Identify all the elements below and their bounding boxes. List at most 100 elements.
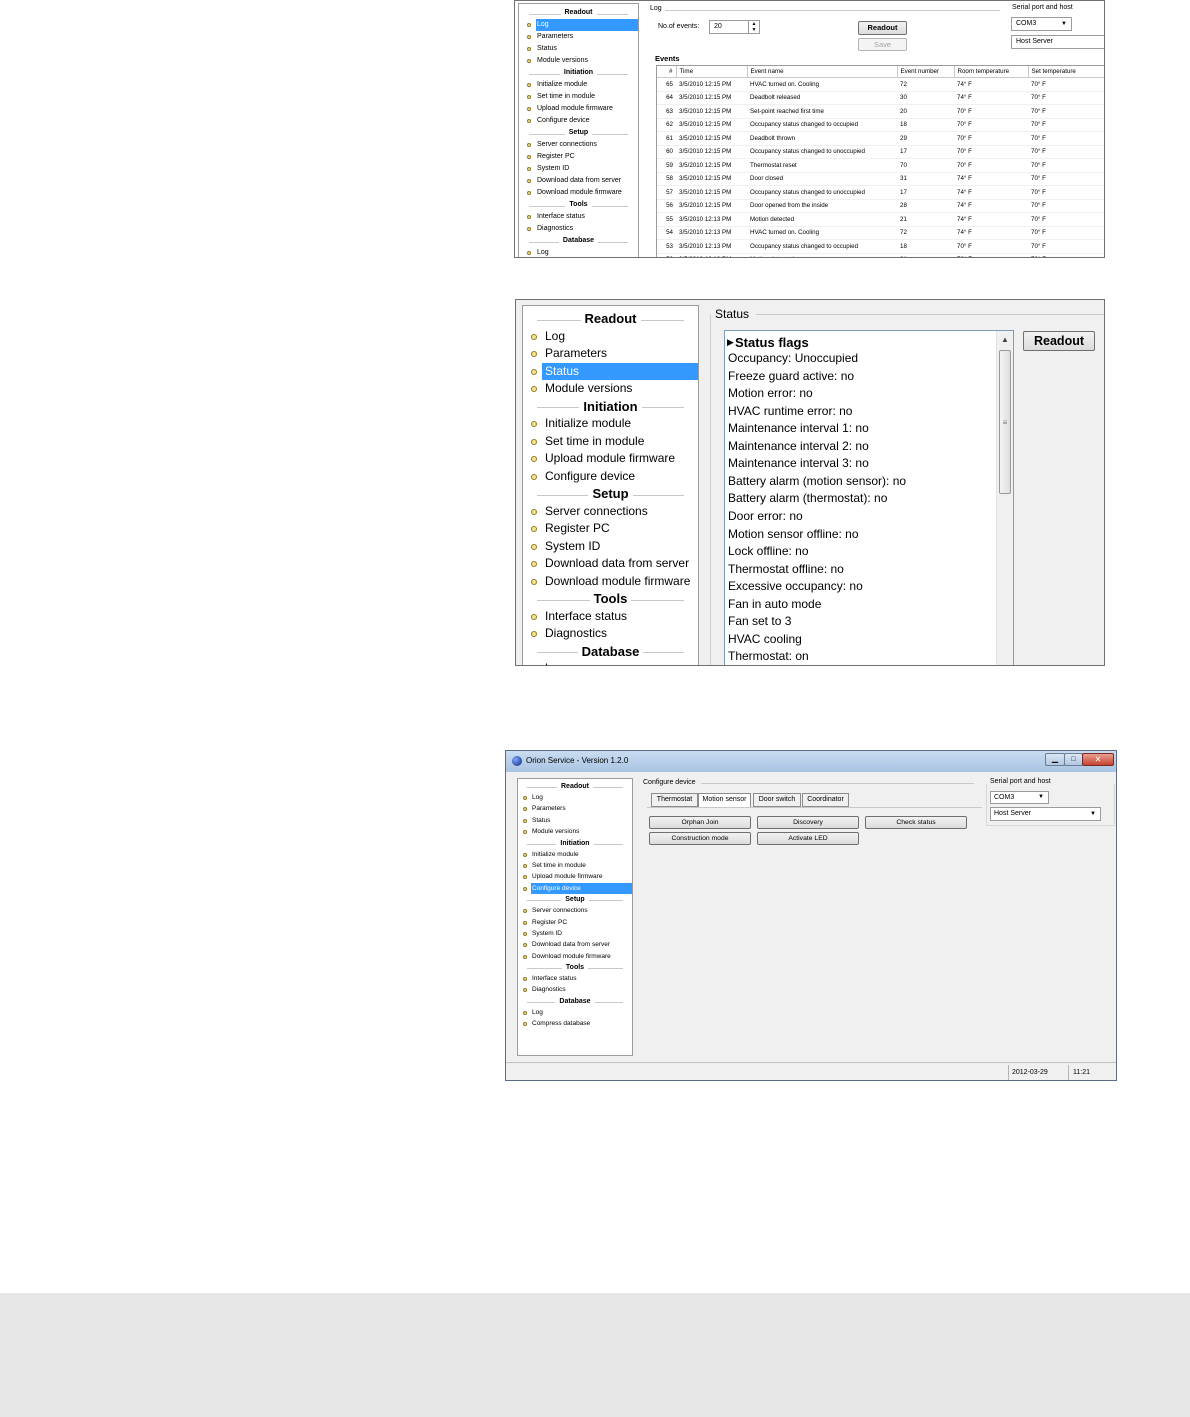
table-row[interactable]: 65 3/5/2010 12:15 PM HVAC turned on. Cooli… [657,77,1104,92]
table-row[interactable]: 64 3/5/2010 12:15 PM Deadbolt released 30 74… [657,91,1104,105]
nav-item-tools-interface-status[interactable]: Interface status [519,211,638,223]
table-row[interactable]: 61 3/5/2010 12:15 PM Deadbolt thrown 29 70° … [657,131,1104,146]
serial-port-select[interactable]: COM3 ▼ [1011,17,1072,31]
nav-item-setup-download-module-firmware[interactable]: Download module firmware [519,187,638,199]
nav-item-database-log[interactable]: Log [523,660,698,665]
nav-item-setup-server-connections[interactable]: Server connections [523,503,698,521]
save-button[interactable]: Save [858,38,907,51]
column-header[interactable]: Time [676,66,748,78]
nav-item-readout-log[interactable]: Log [523,328,698,346]
nav-item-setup-register-pc[interactable]: Register PC [518,917,632,928]
nav-item-setup-system-id[interactable]: System ID [518,928,632,939]
column-header[interactable]: Event name [747,66,898,78]
nav-item-setup-download-data-from-server[interactable]: Download data from server [519,175,638,187]
nav-item-setup-download-data-from-server[interactable]: Download data from server [518,939,632,950]
table-row[interactable]: 58 3/5/2010 12:15 PM Door closed 31 74° F 70°… [657,172,1104,186]
column-header[interactable]: Room temperature [954,66,1029,78]
scroll-thumb[interactable]: ≡ [999,350,1011,494]
orphan-join-button[interactable]: Orphan Join [649,816,751,829]
nav-item-initiation-initialize-module[interactable]: Initialize module [519,79,638,91]
vertical-scrollbar[interactable]: ▲ ≡ [996,331,1013,665]
tab-thermostat[interactable]: Thermostat [651,793,698,807]
nav-item-setup-system-id[interactable]: System ID [523,538,698,556]
nav-item-initiation-upload-module-firmware[interactable]: Upload module firmware [518,871,632,882]
discovery-button[interactable]: Discovery [757,816,859,829]
nav-item-readout-parameters[interactable]: Parameters [518,803,632,814]
tab-coordinator[interactable]: Coordinator [802,793,849,807]
nav-item-readout-status[interactable]: Status [518,815,632,826]
readout-button[interactable]: Readout [858,21,907,35]
nav-item-readout-module-versions[interactable]: Module versions [518,826,632,837]
nav-item-setup-download-data-from-server[interactable]: Download data from server [523,555,698,573]
nav-item-tools-diagnostics[interactable]: Diagnostics [523,625,698,643]
nav-item-setup-register-pc[interactable]: Register PC [523,520,698,538]
nav-item-setup-download-module-firmware[interactable]: Download module firmware [518,951,632,962]
nav-item-setup-server-connections[interactable]: Server connections [518,905,632,916]
bullet-icon [527,227,531,231]
bullet-icon [527,35,531,39]
nav-item-setup-register-pc[interactable]: Register PC [519,151,638,163]
nav-item-setup-server-connections[interactable]: Server connections [519,139,638,151]
table-row[interactable]: 523/5/2010 12:13 PMMotion detected2170° … [657,253,1104,257]
column-header[interactable]: Set temperature [1028,66,1104,78]
nav-item-readout-parameters[interactable]: Parameters [519,31,638,43]
nav-item-readout-log[interactable]: Log [519,19,638,31]
tab-door-switch[interactable]: Door switch [753,793,801,807]
nav-item-initiation-initialize-module[interactable]: Initialize module [523,415,698,433]
nav-item-database-log[interactable]: Log [519,247,638,257]
nav-item-tools-interface-status[interactable]: Interface status [518,973,632,984]
nav-item-readout-status[interactable]: Status [519,43,638,55]
maximize-button[interactable]: □ [1064,753,1083,766]
column-header[interactable]: Event number [897,66,955,78]
nav-item-database-compress-database[interactable]: Compress database [518,1018,632,1029]
nav-item-setup-system-id[interactable]: System ID [519,163,638,175]
minimize-button[interactable]: ▁ [1045,753,1065,766]
table-row[interactable]: 55 3/5/2010 12:13 PM Motion detected 21 74° … [657,212,1104,227]
nav-item-readout-log[interactable]: Log [518,792,632,803]
nav-item-tools-diagnostics[interactable]: Diagnostics [518,984,632,995]
window-title: Orion Service - Version 1.2.0 [526,756,629,765]
nav-item-database-log[interactable]: Log [518,1007,632,1018]
nav-item-initiation-upload-module-firmware[interactable]: Upload module firmware [523,450,698,468]
table-row[interactable]: 62 3/5/2010 12:15 PM Occupancy status chan… [657,118,1104,132]
nav-item-label: Upload module firmware [537,105,613,112]
nav-item-initiation-configure-device[interactable]: Configure device [518,882,632,895]
tab-motion-sensor[interactable]: Motion sensor [698,793,751,808]
expand-arrow-icon[interactable]: ▶ [727,337,734,348]
activate-led-button[interactable]: Activate LED [757,832,859,845]
stepper-arrows-icon[interactable]: ▲ ▼ [748,21,759,33]
events-title: Events [655,54,680,63]
nav-item-readout-module-versions[interactable]: Module versions [523,380,698,398]
table-row[interactable]: 57 3/5/2010 12:15 PM Occupancy status chan… [657,185,1104,200]
readout-button[interactable]: Readout [1023,331,1095,351]
table-row[interactable]: 56 3/5/2010 12:15 PM Door opened from the … [657,199,1104,213]
nav-item-label: Interface status [532,975,577,983]
nav-item-initiation-set-time-in-module[interactable]: Set time in module [518,860,632,871]
table-row[interactable]: 60 3/5/2010 12:15 PM Occupancy status chan… [657,145,1104,159]
nav-item-initiation-set-time-in-module[interactable]: Set time in module [523,433,698,451]
table-row[interactable]: 54 3/5/2010 12:13 PM HVAC turned on. Cooli… [657,226,1104,240]
check-status-button[interactable]: Check status [865,816,967,829]
nav-item-readout-status[interactable]: Status [523,362,698,380]
nav-item-setup-download-module-firmware[interactable]: Download module firmware [523,573,698,591]
column-header[interactable]: # [657,66,677,78]
scroll-up-icon[interactable]: ▲ [997,335,1013,344]
table-row[interactable]: 53 3/5/2010 12:13 PM Occupancy status chan… [657,239,1104,254]
nav-item-initiation-configure-device[interactable]: Configure device [523,468,698,486]
nav-item-initiation-initialize-module[interactable]: Initialize module [518,849,632,860]
close-button[interactable]: ✕ [1082,753,1114,766]
host-select[interactable]: Host Server [1011,35,1104,49]
nav-item-readout-module-versions[interactable]: Module versions [519,55,638,67]
nav-item-tools-diagnostics[interactable]: Diagnostics [519,223,638,235]
status-flag: Maintenance interval 1: no [728,421,869,436]
nav-item-initiation-configure-device[interactable]: Configure device [519,115,638,127]
nav-item-readout-parameters[interactable]: Parameters [523,345,698,363]
nav-item-tools-interface-status[interactable]: Interface status [523,608,698,626]
table-row[interactable]: 63 3/5/2010 12:15 PM Set-point reached fir… [657,104,1104,119]
bullet-icon [523,943,527,948]
events-count-stepper[interactable]: 20 ▲ ▼ [709,20,760,34]
nav-item-initiation-upload-module-firmware[interactable]: Upload module firmware [519,103,638,115]
construction-mode-button[interactable]: Construction mode [649,832,751,845]
table-row[interactable]: 59 3/5/2010 12:15 PM Thermostat reset 70 70°… [657,158,1104,173]
nav-item-initiation-set-time-in-module[interactable]: Set time in module [519,91,638,103]
